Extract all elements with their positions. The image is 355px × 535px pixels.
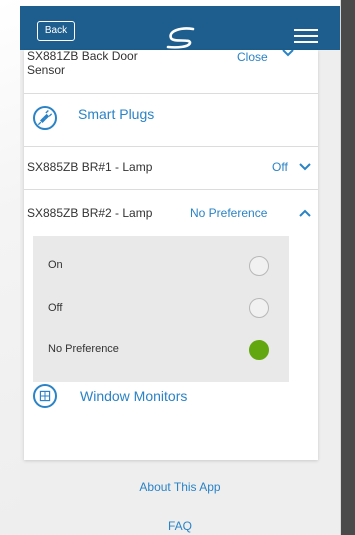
option-label-on: On: [48, 259, 63, 271]
device-status: Close: [237, 50, 268, 64]
radio-no-preference[interactable]: [249, 340, 269, 360]
brand-s-logo-icon: [166, 27, 195, 49]
chevron-down-icon[interactable]: [299, 162, 311, 172]
about-this-app-link[interactable]: About This App: [20, 480, 340, 494]
radio-off[interactable]: [249, 298, 269, 318]
top-bar: Back: [20, 0, 340, 50]
device-name: SX885ZB BR#2 - Lamp: [27, 206, 153, 220]
option-label-off: Off: [48, 302, 63, 314]
plug-icon: [33, 106, 57, 130]
background-right-stripe: [341, 0, 355, 535]
faq-link[interactable]: FAQ: [20, 519, 340, 533]
device-status: No Preference: [190, 206, 268, 220]
preference-options-panel: On Off No Preference: [33, 236, 289, 382]
list-item-plug-1[interactable]: SX885ZB BR#1 - Lamp Off: [24, 147, 318, 189]
back-button[interactable]: Back: [37, 21, 75, 41]
section-header-smart-plugs: Smart Plugs: [24, 94, 318, 146]
list-item-plug-2[interactable]: SX885ZB BR#2 - Lamp No Preference: [24, 190, 318, 235]
option-label-no-preference: No Preference: [48, 343, 119, 355]
app-screen: Back SX881ZB Back Door Sensor Close Smar…: [20, 0, 340, 535]
hamburger-menu-icon[interactable]: [294, 29, 318, 43]
device-status: Off: [272, 160, 288, 174]
device-name-line2: Sensor: [27, 63, 66, 77]
section-header-window-monitors: Window Monitors: [24, 384, 318, 424]
radio-on[interactable]: [249, 256, 269, 276]
device-name-line1: SX881ZB Back Door: [27, 50, 138, 63]
device-list-card: SX881ZB Back Door Sensor Close Smart Plu…: [24, 50, 318, 460]
device-name: SX885ZB BR#1 - Lamp: [27, 160, 153, 174]
window-icon: [33, 384, 57, 408]
list-item-back-door-sensor[interactable]: SX881ZB Back Door Sensor Close: [24, 50, 318, 93]
section-title: Smart Plugs: [78, 106, 155, 122]
chevron-down-icon[interactable]: [282, 50, 294, 58]
section-title: Window Monitors: [80, 388, 188, 404]
chevron-up-icon[interactable]: [299, 208, 311, 218]
background-left: [0, 0, 20, 535]
